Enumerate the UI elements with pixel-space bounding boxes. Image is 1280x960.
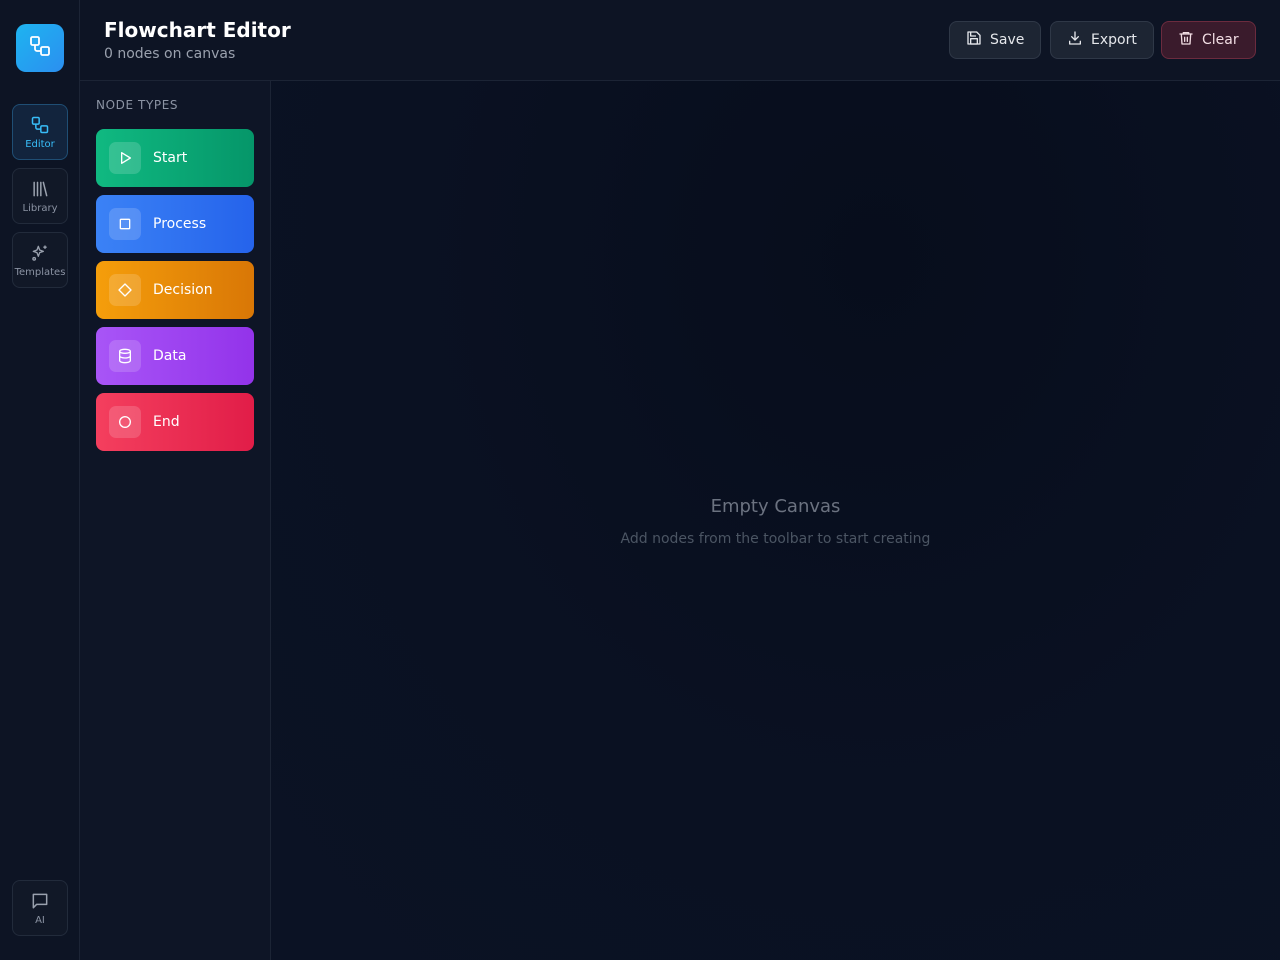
chat-icon [30,891,50,911]
node-label: Data [153,348,187,364]
rail-item-library[interactable]: Library [12,168,68,224]
node-label: Start [153,150,188,166]
download-icon [1067,30,1083,50]
panel-title: NODE TYPES [96,98,179,112]
database-icon [109,340,141,372]
node-label: Decision [153,282,213,298]
flowchart-icon [30,115,50,135]
rail-item-editor[interactable]: Editor [12,104,68,160]
circle-icon [109,406,141,438]
clear-label: Clear [1202,32,1239,48]
node-end[interactable]: End [96,393,254,451]
diamond-icon [109,274,141,306]
export-label: Export [1091,32,1137,48]
save-icon [966,30,982,50]
node-types-panel: NODE TYPES Start Process Decision Data E… [80,81,271,960]
empty-canvas-title: Empty Canvas [710,496,841,517]
library-icon [30,179,50,199]
rail-item-label: Editor [25,139,55,150]
rail-item-templates[interactable]: Templates [12,232,68,288]
app-root: Editor Library Templates AI Flowchart Ed… [0,0,1280,960]
flowchart-canvas[interactable]: Empty Canvas Add nodes from the toolbar … [271,81,1280,960]
node-decision[interactable]: Decision [96,261,254,319]
clear-button[interactable]: Clear [1161,21,1256,59]
node-label: End [153,414,180,430]
sparkles-icon [30,243,50,263]
rail-item-label: AI [35,915,45,926]
node-label: Process [153,216,207,232]
node-count: 0 nodes on canvas [104,46,236,62]
node-process[interactable]: Process [96,195,254,253]
header: Flowchart Editor 0 nodes on canvas Save … [80,0,1280,81]
node-start[interactable]: Start [96,129,254,187]
trash-icon [1178,30,1194,50]
rail-item-ai[interactable]: AI [12,880,68,936]
export-button[interactable]: Export [1050,21,1154,59]
node-data[interactable]: Data [96,327,254,385]
app-logo[interactable] [16,24,64,72]
save-label: Save [990,32,1025,48]
rail-item-label: Library [22,203,58,214]
page-title: Flowchart Editor [104,18,291,42]
flowchart-icon [28,34,52,62]
save-button[interactable]: Save [949,21,1042,59]
square-icon [109,208,141,240]
rail-item-label: Templates [14,267,66,278]
left-rail: Editor Library Templates AI [0,0,80,960]
play-icon [109,142,141,174]
empty-canvas-subtitle: Add nodes from the toolbar to start crea… [620,531,931,547]
